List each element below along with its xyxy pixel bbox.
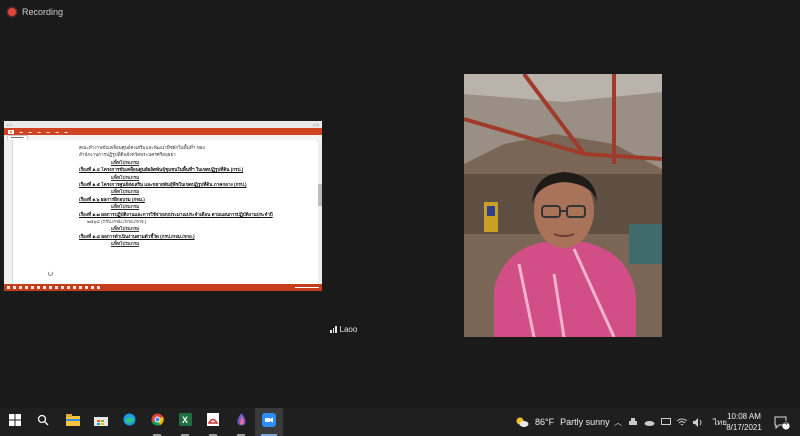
chrome-icon — [151, 413, 164, 431]
recording-label: Recording — [22, 7, 64, 17]
wifi-icon[interactable] — [677, 418, 687, 427]
weather-widget[interactable]: 86°F Partly sunny — [515, 408, 610, 436]
windows-start-icon — [9, 413, 21, 431]
document-line: เรื่องที่ ๑.๕ โครงการศูนย์ส่งเสริม และขย… — [79, 181, 313, 188]
taskbar-clock[interactable]: 10:08 AM 8/17/2021 — [720, 411, 768, 433]
document-line: คณะทำงานขับเคลื่อนศูนย์ส่งเสริมและพัฒนาพ… — [79, 145, 205, 150]
signal-strength-icon — [330, 326, 337, 333]
shared-window-statusbar — [4, 284, 322, 291]
document-line: แพ็ทโปรแกรม — [111, 189, 140, 195]
recording-indicator[interactable]: Recording — [8, 7, 63, 17]
volume-icon[interactable] — [693, 417, 703, 427]
onedrive-drop-icon — [236, 413, 247, 431]
document-item-number: เรื่องที่ ๑.๘ ผลการดำเนินงานตามตัวชี้วัด… — [79, 233, 195, 239]
document-item-number: เรื่องที่ ๑.๔ โครงการขับเคลื่อนศูนย์ผลิต… — [79, 167, 244, 173]
document-line: สำนักงานการปฏิรูปที่ดินจังหวัดพระนครศรีอ… — [79, 152, 176, 158]
taskbar-onedrive-drop-button[interactable] — [227, 408, 255, 436]
onedrive-cloud-icon[interactable] — [644, 419, 655, 426]
shared-scrollbar — [318, 140, 322, 284]
shared-screen[interactable]: ▪ ▪ ▪ ▢ ✕ ▮ ▬ ▬ ▬ ▬ ▬ ▬ ▬▬▬▬▬ คณะทำงานขับเคลื่อ… — [4, 121, 322, 291]
participant-video[interactable] — [464, 74, 662, 337]
document-line: แพ็ทโปรแกรม — [111, 174, 140, 180]
taskbar-pdf-reader-button[interactable] — [199, 408, 227, 436]
document-line: แพ็ทโปรแกรม — [111, 226, 140, 232]
clock-time: 10:08 AM — [727, 412, 761, 421]
zoom-icon — [262, 412, 276, 432]
taskbar-store-button[interactable] — [87, 408, 115, 436]
document-item-number: เรื่องที่ ๑.๖ ผลการฝึกอบรม (กจม.) — [79, 196, 145, 202]
file-explorer-icon — [66, 413, 80, 431]
shared-document-page: คณะทำงานขับเคลื่อนศูนย์ส่งเสริมและพัฒนาพ… — [13, 140, 317, 284]
system-tray: ︿ ไทย — [614, 408, 731, 436]
shared-scrollbar-thumb — [318, 184, 322, 206]
document-line: เรื่องที่ ๑.๘ ผลการดำเนินงานตามตัวชี้วัด… — [79, 233, 313, 240]
show-hidden-icons-icon[interactable]: ︿ — [614, 417, 622, 428]
taskbar-excel-button[interactable]: X — [171, 408, 199, 436]
network-icon[interactable] — [661, 418, 671, 426]
shared-thumbnail-pane — [4, 140, 13, 284]
document-line: เรื่องที่ ๑.๔ โครงการขับเคลื่อนศูนย์ผลิต… — [79, 166, 313, 173]
taskbar-zoom-button[interactable] — [255, 408, 283, 436]
taskbar-chrome-button[interactable] — [143, 408, 171, 436]
weather-condition: Partly sunny — [560, 417, 610, 427]
pdf-reader-icon — [207, 413, 219, 431]
taskbar-search-button[interactable] — [29, 408, 57, 436]
recording-dot-icon — [8, 8, 16, 16]
taskbar-file-explorer-button[interactable] — [59, 408, 87, 436]
document-line: แพ็ทโปรแกรม — [111, 159, 140, 165]
document-line: เรื่องที่ ๑.๗ ผลการปฏิบัติงานและการใช้จ่… — [79, 211, 313, 218]
notification-center-button[interactable]: 4 — [774, 416, 790, 435]
clock-date: 8/17/2021 — [726, 423, 762, 432]
weather-temp: 86°F — [535, 417, 555, 427]
excel-icon: X — [178, 413, 192, 431]
store-icon — [94, 413, 108, 431]
search-icon — [37, 413, 49, 431]
document-item-number: เรื่องที่ ๑.๕ โครงการศูนย์ส่งเสริม และขย… — [79, 182, 247, 188]
edge-icon — [123, 413, 136, 431]
svg-text:X: X — [182, 415, 188, 425]
document-line: แพ็ทโปรแกรม — [111, 204, 140, 210]
document-line: แพ็ทโปรแกรม — [111, 241, 140, 247]
taskbar-edge-button[interactable] — [115, 408, 143, 436]
participant-video-frame — [464, 74, 662, 337]
document-item-number: เรื่องที่ ๑.๗ ผลการปฏิบัติงานและการใช้จ่… — [79, 211, 273, 217]
loading-spinner-icon — [48, 271, 53, 276]
shared-window-titlebar: ▪ ▪ ▪ ▢ ✕ — [4, 121, 322, 128]
notification-count: 4 — [784, 421, 788, 427]
participant-name: Laoo — [339, 325, 358, 334]
taskbar-windows-start-button[interactable] — [1, 408, 29, 436]
document-line: ๒๕๖๔ (กรป./กจม./กกอ./กกจ.) — [87, 219, 147, 225]
participant-name-tag: Laoo — [330, 325, 357, 334]
partly-sunny-icon — [516, 417, 529, 427]
shared-window-ribbon: ▮ ▬ ▬ ▬ ▬ ▬ ▬ — [4, 128, 322, 135]
document-line: เรื่องที่ ๑.๖ ผลการฝึกอบรม (กจม.) — [79, 196, 313, 203]
printer-icon[interactable] — [628, 418, 638, 426]
